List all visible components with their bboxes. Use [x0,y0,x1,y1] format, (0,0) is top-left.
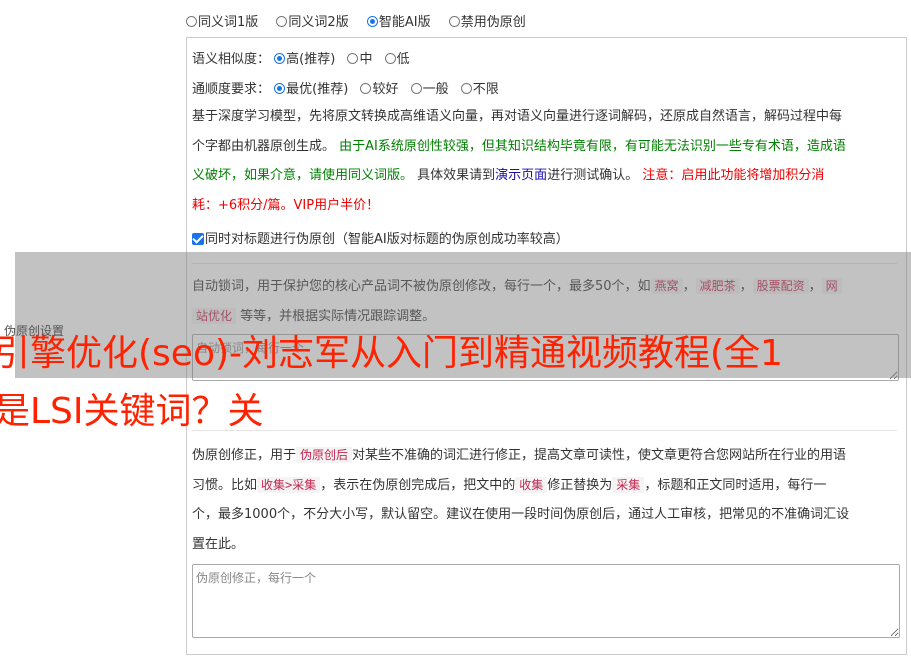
demo-page-link[interactable]: 演示页面 [495,168,547,183]
radio-icon[interactable] [276,16,288,27]
ai-description: 基于深度学习模型，先将原文转换成高维语义向量，再对语义向量进行逐词解码，还原成自… [192,109,846,213]
mode-option-ai[interactable]: 智能AI版 [366,11,431,30]
radio-icon[interactable] [410,83,422,94]
divider [192,430,897,431]
fluency-row: 通顺度要求： 最优(推荐) 较好 一般 不限 [192,78,513,97]
title-rewrite-label: 同时对标题进行伪原创（智能AI版对标题的伪原创成功率较高） [205,232,569,247]
overlay-headline-line2: 是LSI关键词？关 [0,391,264,432]
fluency-option-good[interactable]: 较好 [360,78,398,97]
radio-selected-icon[interactable] [274,83,286,94]
similarity-option-medium[interactable]: 中 [347,48,372,67]
fluency-label: 通顺度要求： [192,82,271,97]
mode-option-synonym-v1[interactable]: 同义词1版 [186,11,258,30]
correction-description: 伪原创修正，用于 伪原创后 对某些不准确的词汇进行修正，提高文章可读性，使文章更符合… [192,447,850,552]
mode-option-disable[interactable]: 禁用伪原创 [448,11,526,30]
radio-selected-icon[interactable] [366,16,378,27]
mode-radio-group: 同义词1版 同义词2版 智能AI版 禁用伪原创 [186,11,540,30]
radio-selected-icon[interactable] [274,53,286,64]
overlay-headline-line1: 引擎优化(seo)-刘志军从入门到精通视频教程(全1 [0,333,783,374]
similarity-option-low[interactable]: 低 [384,48,410,67]
similarity-row: 语义相似度： 高(推荐) 中 低 [192,48,424,67]
checkbox-checked-icon[interactable] [192,233,204,245]
radio-icon[interactable] [384,53,396,64]
mode-option-synonym-v2[interactable]: 同义词2版 [276,11,349,30]
fluency-option-normal[interactable]: 一般 [410,78,449,97]
title-rewrite-option[interactable]: 同时对标题进行伪原创（智能AI版对标题的伪原创成功率较高） [192,228,569,247]
fluency-option-any[interactable]: 不限 [460,78,499,97]
radio-icon[interactable] [186,16,197,27]
similarity-label: 语义相似度： [192,52,271,67]
radio-icon[interactable] [460,83,472,94]
similarity-option-high[interactable]: 高(推荐) [274,48,335,67]
radio-icon[interactable] [347,53,359,64]
radio-icon[interactable] [448,16,460,27]
correction-input[interactable] [192,564,900,638]
radio-icon[interactable] [360,83,372,94]
fluency-option-best[interactable]: 最优(推荐) [274,78,348,97]
